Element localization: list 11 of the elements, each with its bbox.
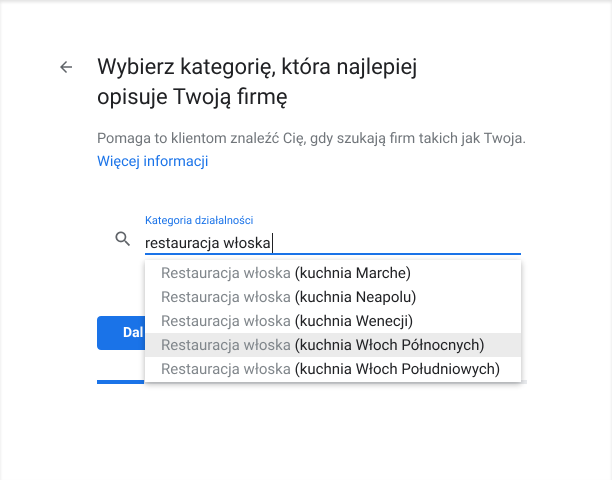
description-text: Pomaga to klientom znaleźć Cię, gdy szukają firm takich jak Twoja. Więcej informacji	[97, 129, 528, 172]
page-title: Wybierz kategorię, która najlepiej opisuje Twoją firmę	[97, 54, 418, 112]
search-icon	[113, 229, 133, 249]
more-info-link[interactable]: Więcej informacji	[97, 153, 208, 170]
suggestion-item[interactable]: Restauracja włoska (kuchnia Neapolu)	[145, 285, 521, 309]
field-label: Kategoria działalności	[145, 213, 254, 229]
suggestion-item[interactable]: Restauracja włoska (kuchnia Marche)	[145, 261, 521, 285]
suggestion-item[interactable]: Restauracja włoska (kuchnia Włoch Północnych)	[145, 333, 521, 357]
field-value: restauracja włoska	[145, 233, 273, 253]
suggestion-item[interactable]: Restauracja włoska (kuchnia Włoch Południowych)	[145, 357, 521, 381]
category-field[interactable]: Kategoria działalności restauracja włoska	[145, 213, 521, 255]
